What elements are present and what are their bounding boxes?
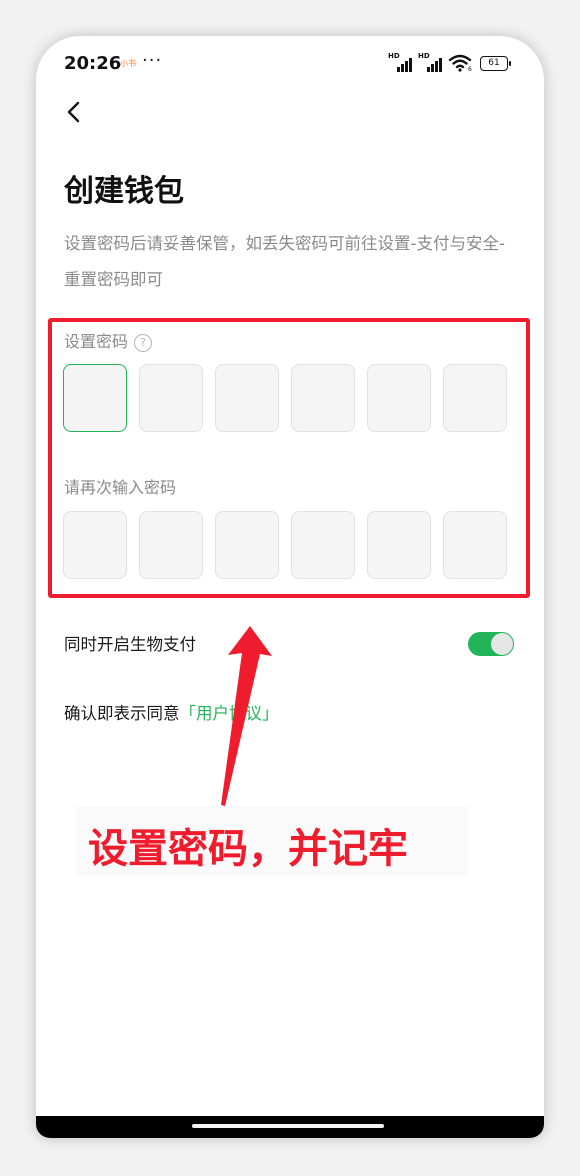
confirm-password-label: 请再次输入密码 bbox=[64, 478, 177, 497]
password-digit-3[interactable] bbox=[215, 364, 279, 432]
page-subtitle: 设置密码后请妥善保管，如丢失密码可前往设置-支付与安全-重置密码即可 bbox=[64, 234, 505, 289]
notification-icon: 小书 bbox=[120, 59, 136, 68]
status-indicators: HD HD 6 61 bbox=[388, 52, 511, 72]
red-arrow-icon bbox=[221, 626, 272, 806]
confirm-digit-3[interactable] bbox=[215, 511, 279, 579]
biometric-pay-toggle[interactable] bbox=[468, 632, 514, 656]
svg-text:6: 6 bbox=[468, 66, 472, 72]
confirm-digit-5[interactable] bbox=[367, 511, 431, 579]
annotation-text: 设置密码，并记牢 bbox=[88, 826, 408, 872]
password-label: 设置密码 bbox=[64, 332, 129, 351]
confirm-digit-2[interactable] bbox=[139, 511, 203, 579]
help-icon[interactable]: ? bbox=[134, 334, 153, 352]
chevron-left-icon[interactable] bbox=[62, 98, 86, 126]
signal-icon: HD bbox=[418, 52, 442, 72]
password-digit-2[interactable] bbox=[139, 364, 203, 432]
confirm-digit-4[interactable] bbox=[291, 511, 355, 579]
password-digit-5[interactable] bbox=[367, 364, 431, 432]
signal-icon: HD bbox=[388, 52, 412, 72]
password-label-row: 设置密码? bbox=[64, 328, 153, 352]
confirm-digit-1[interactable] bbox=[63, 511, 127, 579]
password-digit-4[interactable] bbox=[291, 364, 355, 432]
confirm-password-input bbox=[63, 511, 507, 579]
battery-icon: 61 bbox=[480, 55, 511, 71]
home-indicator[interactable] bbox=[192, 1124, 384, 1128]
phone-screen: 20:26 小书 ··· HD HD 6 61 创建钱包 设置密码后请妥善保管，… bbox=[36, 36, 544, 1138]
toggle-knob bbox=[491, 633, 513, 655]
biometric-pay-label: 同时开启生物支付 bbox=[64, 635, 196, 654]
agreement-prefix: 确认即表示同意 bbox=[64, 704, 180, 723]
confirm-digit-6[interactable] bbox=[443, 511, 507, 579]
status-bar: 20:26 小书 ··· HD HD 6 61 bbox=[36, 36, 544, 92]
password-digit-6[interactable] bbox=[443, 364, 507, 432]
navigation-bar bbox=[36, 1116, 544, 1138]
biometric-pay-row: 同时开启生物支付 bbox=[64, 632, 514, 658]
more-notifications-icon: ··· bbox=[142, 50, 163, 71]
wifi-icon: 6 bbox=[448, 54, 472, 72]
status-time: 20:26 bbox=[64, 53, 122, 74]
password-digit-1[interactable] bbox=[63, 364, 127, 432]
password-input bbox=[63, 364, 507, 432]
page-title: 创建钱包 bbox=[64, 174, 184, 209]
